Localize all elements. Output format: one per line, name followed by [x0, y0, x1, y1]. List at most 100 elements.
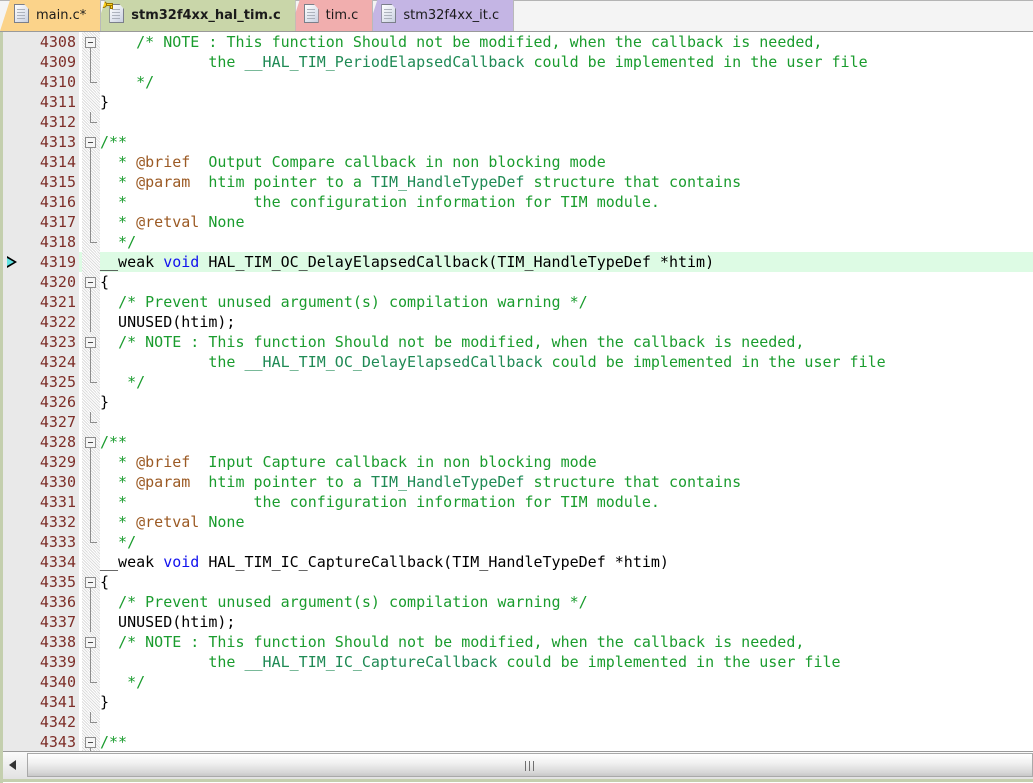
breakpoint-gutter-cell[interactable] [3, 272, 23, 292]
code-line[interactable]: 4315 * @param htim pointer to a TIM_Hand… [3, 172, 1033, 192]
code-line[interactable]: 4313 /** [3, 132, 1033, 152]
breakpoint-gutter-cell[interactable] [3, 312, 23, 332]
fold-margin-cell[interactable] [82, 572, 100, 592]
fold-margin-cell[interactable] [82, 632, 100, 652]
code-line[interactable]: 4323 /* NOTE : This function Should not … [3, 332, 1033, 352]
code-line[interactable]: 4331 * the configuration information for… [3, 492, 1033, 512]
scroll-left-arrow-icon[interactable] [1, 753, 25, 777]
code-line[interactable]: 4325 */ [3, 372, 1033, 392]
code-lines-container[interactable]: 4308 /* NOTE : This function Should not … [3, 32, 1033, 751]
fold-collapse-icon[interactable] [85, 37, 96, 48]
fold-margin-cell[interactable] [82, 432, 100, 452]
breakpoint-gutter-cell[interactable] [3, 172, 23, 192]
fold-collapse-icon[interactable] [85, 577, 96, 588]
breakpoint-gutter-cell[interactable] [3, 412, 23, 432]
breakpoint-gutter-cell[interactable] [3, 452, 23, 472]
code-line[interactable]: 4318 */ [3, 232, 1033, 252]
breakpoint-gutter-cell[interactable] [3, 192, 23, 212]
fold-margin-cell[interactable] [82, 32, 100, 52]
editor-tab-tim-c[interactable]: tim.c [289, 0, 374, 31]
fold-margin-cell[interactable] [82, 272, 100, 292]
code-line[interactable]: 4338 /* NOTE : This function Should not … [3, 632, 1033, 652]
code-line[interactable]: 4319 __weak void HAL_TIM_OC_DelayElapsedC… [3, 252, 1033, 272]
code-line[interactable]: 4309 the __HAL_TIM_PeriodElapsedCallback… [3, 52, 1033, 72]
code-line[interactable]: 4329 * @brief Input Capture callback in … [3, 452, 1033, 472]
code-line[interactable]: 4316 * the configuration information for… [3, 192, 1033, 212]
breakpoint-gutter-cell[interactable] [3, 32, 23, 52]
code-line[interactable]: 4324 the __HAL_TIM_OC_DelayElapsedCallba… [3, 352, 1033, 372]
code-line[interactable]: 4320 { [3, 272, 1033, 292]
fold-collapse-icon[interactable] [85, 737, 96, 748]
breakpoint-gutter-cell[interactable] [3, 372, 23, 392]
fold-collapse-icon[interactable] [85, 337, 96, 348]
breakpoint-gutter-cell[interactable] [3, 92, 23, 112]
fold-collapse-icon[interactable] [85, 437, 96, 448]
code-line[interactable]: 4326} [3, 392, 1033, 412]
code-line[interactable]: 4312 [3, 112, 1033, 132]
breakpoint-gutter-cell[interactable] [3, 392, 23, 412]
breakpoint-gutter-cell[interactable] [3, 432, 23, 452]
breakpoint-gutter-cell[interactable] [3, 472, 23, 492]
breakpoint-gutter-cell[interactable] [3, 332, 23, 352]
breakpoint-gutter-cell[interactable] [3, 652, 23, 672]
line-number: 4327 [23, 412, 79, 432]
code-line[interactable]: 4340 */ [3, 672, 1033, 692]
code-line[interactable]: 4321 /* Prevent unused argument(s) compi… [3, 292, 1033, 312]
fold-collapse-icon[interactable] [85, 137, 96, 148]
code-line[interactable]: 4339 the __HAL_TIM_IC_CaptureCallback co… [3, 652, 1033, 672]
fold-margin-cell[interactable] [82, 732, 100, 751]
code-line[interactable]: 4335 { [3, 572, 1033, 592]
horizontal-scrollbar[interactable] [0, 751, 1033, 782]
code-line[interactable]: 4333 */ [3, 532, 1033, 552]
code-line[interactable]: 4337 UNUSED(htim); [3, 612, 1033, 632]
fold-margin-cell[interactable] [82, 332, 100, 352]
code-line[interactable]: 4310 */ [3, 72, 1033, 92]
code-line[interactable]: 4341} [3, 692, 1033, 712]
breakpoint-gutter-cell[interactable] [3, 212, 23, 232]
fold-margin-cell [82, 472, 100, 492]
code-line[interactable]: 4314 * @brief Output Compare callback in… [3, 152, 1033, 172]
breakpoint-gutter-cell[interactable] [3, 612, 23, 632]
breakpoint-gutter-cell[interactable] [3, 672, 23, 692]
code-line[interactable]: 4332 * @retval None [3, 512, 1033, 532]
editor-tab-stm32f4xx-it-c[interactable]: stm32f4xx_it.c [367, 0, 515, 31]
breakpoint-gutter-cell[interactable] [3, 352, 23, 372]
code-line[interactable]: 4327 [3, 412, 1033, 432]
code-line[interactable]: 4322 UNUSED(htim); [3, 312, 1033, 332]
current-statement-marker[interactable] [3, 252, 23, 272]
breakpoint-gutter-cell[interactable] [3, 592, 23, 612]
breakpoint-gutter-cell[interactable] [3, 112, 23, 132]
code-line[interactable]: 4336 /* Prevent unused argument(s) compi… [3, 592, 1033, 612]
breakpoint-gutter-cell[interactable] [3, 292, 23, 312]
code-line[interactable]: 4317 * @retval None [3, 212, 1033, 232]
breakpoint-gutter-cell[interactable] [3, 152, 23, 172]
fold-collapse-icon[interactable] [85, 277, 96, 288]
scrollbar-thumb[interactable] [27, 753, 1033, 777]
code-line[interactable]: 4328 /** [3, 432, 1033, 452]
code-line[interactable]: 4330 * @param htim pointer to a TIM_Hand… [3, 472, 1033, 492]
breakpoint-gutter-cell[interactable] [3, 532, 23, 552]
editor-tab-stm32f4xx-hal-tim-c[interactable]: stm32f4xx_hal_tim.c [95, 0, 296, 31]
breakpoint-gutter-cell[interactable] [3, 72, 23, 92]
breakpoint-gutter-cell[interactable] [3, 732, 23, 751]
breakpoint-gutter-cell[interactable] [3, 512, 23, 532]
breakpoint-gutter-cell[interactable] [3, 232, 23, 252]
code-editor[interactable]: 4308 /* NOTE : This function Should not … [0, 32, 1033, 751]
scrollbar-track[interactable] [0, 752, 1033, 779]
code-line[interactable]: 4334 __weak void HAL_TIM_IC_CaptureCallba… [3, 552, 1033, 572]
editor-tab-main-c-[interactable]: main.c* [0, 0, 102, 31]
breakpoint-gutter-cell[interactable] [3, 552, 23, 572]
breakpoint-gutter-cell[interactable] [3, 572, 23, 592]
code-line[interactable]: 4308 /* NOTE : This function Should not … [3, 32, 1033, 52]
code-line[interactable]: 4343 /** [3, 732, 1033, 751]
code-line[interactable]: 4311} [3, 92, 1033, 112]
breakpoint-gutter-cell[interactable] [3, 692, 23, 712]
fold-collapse-icon[interactable] [85, 637, 96, 648]
breakpoint-gutter-cell[interactable] [3, 632, 23, 652]
code-line[interactable]: 4342 [3, 712, 1033, 732]
breakpoint-gutter-cell[interactable] [3, 132, 23, 152]
breakpoint-gutter-cell[interactable] [3, 492, 23, 512]
breakpoint-gutter-cell[interactable] [3, 52, 23, 72]
fold-margin-cell[interactable] [82, 132, 100, 152]
breakpoint-gutter-cell[interactable] [3, 712, 23, 732]
